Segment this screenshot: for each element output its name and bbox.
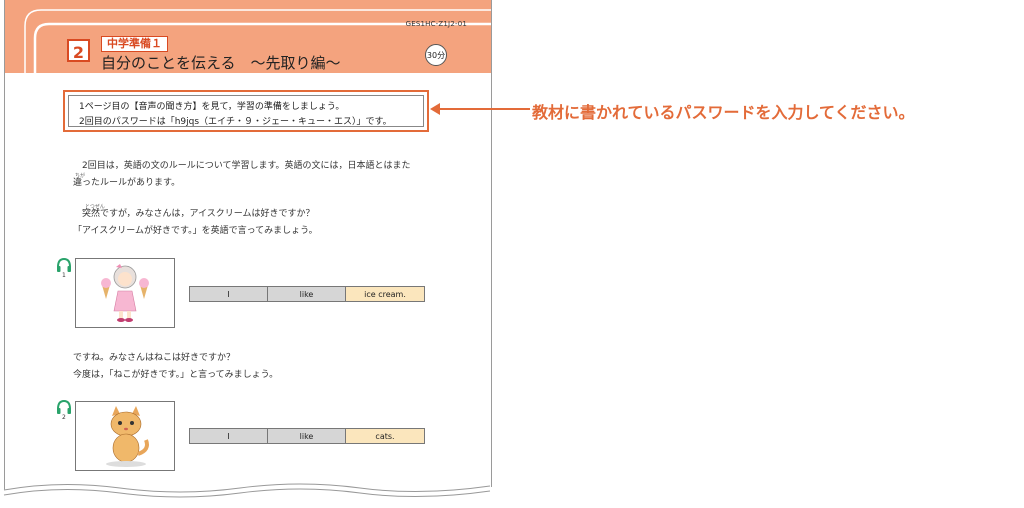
paragraph-2-line-1: 突然ですが，みなさんは，アイスクリームは好きですか？ xyxy=(73,209,315,219)
paragraph-2-line-2: 「アイスクリームが好きです。」を英語で言ってみましょう。 xyxy=(73,226,318,236)
password-callout: 教材に書かれているパスワードを入力してください。 xyxy=(532,103,915,122)
instruction-line-1: 1ページ目の【音声の聞き方】を見て，学習の準備をしましょう。 xyxy=(79,102,345,112)
paragraph-3-line-2: 今度は，「ねこが好きです。」と言ってみましょう。 xyxy=(73,370,279,380)
document-code: GES1HC-Z1J2-01 xyxy=(405,20,467,28)
password-instruction-box: 1ページ目の【音声の聞き方】を見て，学習の準備をしましょう。 2回目のパスワード… xyxy=(63,90,429,132)
paragraph-1-line-1: 2回目は，英語の文のルールについて学習します。英語の文には，日本語とはまた xyxy=(73,161,411,171)
lesson-category: 中学準備１ xyxy=(101,36,168,52)
sentence-row-2: I like cats. xyxy=(189,428,425,444)
arrow-left-icon xyxy=(430,103,530,115)
word-cell: like xyxy=(268,287,346,301)
paragraph-1-line-2: 違ったルールがあります。 xyxy=(73,178,181,188)
sentence-row-1: I like ice cream. xyxy=(189,286,425,302)
time-badge: 30分 xyxy=(425,44,447,66)
word-cell: I xyxy=(190,429,268,443)
cat-icon xyxy=(106,406,149,467)
word-cell-highlight: ice cream. xyxy=(346,287,424,301)
girl-ice-cream-illustration xyxy=(75,258,175,328)
paragraph-3-line-1: ですね。みなさんはねこは好きですか？ xyxy=(73,353,236,363)
girl-icon xyxy=(101,264,149,322)
worksheet-page: GES1HC-Z1J2-01 2 中学準備１ 自分のことを伝える ～先取り編～ … xyxy=(4,0,492,490)
track-number-1: 1 xyxy=(62,272,66,279)
instruction-line-2: 2回目のパスワードは「h9jqs（エイチ・９・ジェー・キュー・エス）」です。 xyxy=(79,117,392,127)
word-cell-highlight: cats. xyxy=(346,429,424,443)
cat-illustration xyxy=(75,401,175,471)
word-cell: I xyxy=(190,287,268,301)
torn-page-edge xyxy=(0,483,500,508)
track-number-2: 2 xyxy=(62,414,66,421)
instruction-text: 1ページ目の【音声の聞き方】を見て，学習の準備をしましょう。 2回目のパスワード… xyxy=(68,95,424,127)
word-cell: like xyxy=(268,429,346,443)
lesson-title: 自分のことを伝える ～先取り編～ xyxy=(101,54,341,72)
lesson-number: 2 xyxy=(67,39,90,62)
